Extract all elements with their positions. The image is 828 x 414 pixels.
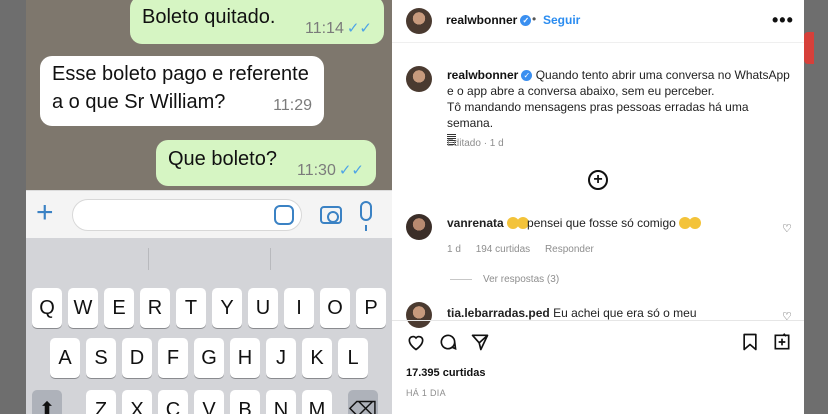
comment-text: tia.lebarradas.ped Eu achei que era só o… [447,306,697,320]
key-l[interactable]: L [338,338,368,378]
key-i[interactable]: I [284,288,314,328]
add-circle-icon[interactable]: + [588,170,608,190]
message-input[interactable] [72,199,302,231]
key-k[interactable]: K [302,338,332,378]
comment-username[interactable]: vanrenata [447,216,504,230]
separator: • [532,12,537,26]
caption-username[interactable]: realwbonner [447,68,518,82]
key-f[interactable]: F [158,338,188,378]
delete-key[interactable]: ⌫ [348,390,378,414]
key-d[interactable]: D [122,338,152,378]
read-ticks-icon: ✓✓ [338,162,364,179]
key-w[interactable]: W [68,288,98,328]
divider [392,320,804,321]
key-p[interactable]: P [356,288,386,328]
key-b[interactable]: B [230,390,260,414]
message-time: 11:14 ✓✓ [305,20,372,37]
suggestion-divider [270,248,271,270]
key-o[interactable]: O [320,288,350,328]
heart-icon[interactable] [406,332,426,352]
shift-key[interactable]: ⬆ [32,390,62,414]
comment-text: vanrenata pensei que fosse só comigo [447,216,702,230]
edited-label: Editado · 1 d [447,138,504,149]
follow-button[interactable]: Seguir [543,13,580,27]
key-t[interactable]: T [176,288,206,328]
avatar[interactable] [406,66,432,92]
chat-area: Boleto quitado. 11:14 ✓✓ Esse boleto pago… [26,0,392,190]
username[interactable]: realwbonner ✓ [446,13,532,27]
message-bubble-incoming: Esse boleto pago e referente a o que Sr … [40,56,324,126]
likes-count[interactable]: 17.395 curtidas [406,367,486,379]
avatar[interactable] [406,8,432,34]
divider [450,279,472,280]
comment-likes[interactable]: 194 curtidas [476,244,530,255]
add-post-icon[interactable] [772,332,792,352]
message-bubble-outgoing: Que boleto? 11:30 ✓✓ [156,140,376,186]
microphone-icon[interactable] [360,201,372,231]
plus-icon[interactable]: + [36,197,54,229]
key-c[interactable]: C [158,390,188,414]
avatar[interactable] [406,302,432,328]
heart-icon[interactable]: ♡ [782,310,792,323]
verified-icon: ✓ [520,15,532,27]
message-text: Que boleto? [168,148,277,170]
read-ticks-icon: ✓✓ [346,20,372,37]
laughing-emoji-icon [689,217,702,229]
comment-username[interactable]: tia.lebarradas.ped [447,306,550,320]
message-input-bar: + [26,190,392,238]
whatsapp-screenshot: Boleto quitado. 11:14 ✓✓ Esse boleto pago… [26,0,392,414]
key-g[interactable]: G [194,338,224,378]
view-replies-button[interactable]: Ver respostas (3) [483,274,559,285]
more-options-icon[interactable]: ••• [772,10,794,31]
key-y[interactable]: Y [212,288,242,328]
key-j[interactable]: J [266,338,296,378]
avatar[interactable] [406,214,432,240]
key-r[interactable]: R [140,288,170,328]
sticker-icon[interactable] [274,205,294,225]
bookmark-icon[interactable] [740,332,760,352]
divider [392,42,804,43]
heart-icon[interactable]: ♡ [782,222,792,235]
key-u[interactable]: U [248,288,278,328]
key-v[interactable]: V [194,390,224,414]
key-h[interactable]: H [230,338,260,378]
message-bubble-outgoing: Boleto quitado. 11:14 ✓✓ [130,0,384,44]
message-time: 11:29 [273,97,312,114]
key-x[interactable]: X [122,390,152,414]
keyboard: Q W E R T Y U I O P A S D F G H J K L ⬆ Z X C V B N M ⌫ [26,238,392,414]
camera-icon[interactable] [320,206,342,224]
comment-meta: 1 d 194 curtidas Responder [447,244,606,255]
message-time: 11:30 ✓✓ [297,162,364,179]
instagram-post: realwbonner ✓ • Seguir ••• realwbonner ✓ Q… [392,0,804,414]
key-z[interactable]: Z [86,390,116,414]
suggestion-divider [148,248,149,270]
key-n[interactable]: N [266,390,296,414]
key-e[interactable]: E [104,288,134,328]
share-icon[interactable] [470,332,490,352]
verified-icon: ✓ [521,70,533,82]
reply-button[interactable]: Responder [545,244,594,255]
message-text: Boleto quitado. [142,6,276,28]
key-s[interactable]: S [86,338,116,378]
key-q[interactable]: Q [32,288,62,328]
key-a[interactable]: A [50,338,80,378]
key-m[interactable]: M [302,390,332,414]
posted-time: HÁ 1 DIA [406,388,446,398]
comment-age: 1 d [447,244,461,255]
comment-icon[interactable] [438,332,458,352]
red-edge-marker [804,32,814,64]
caption-text: realwbonner ✓ Quando tento abrir uma conv… [447,67,797,147]
message-text-line: Esse boleto pago e referente [52,63,309,85]
